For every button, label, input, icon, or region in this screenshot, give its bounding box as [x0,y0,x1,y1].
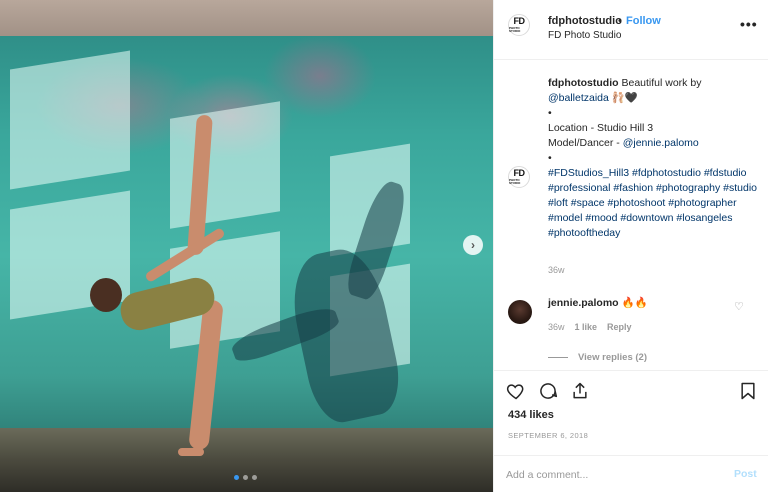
chevron-right-icon: › [471,238,475,252]
comment-timestamp[interactable]: 36w [548,322,565,332]
comment-input[interactable] [506,466,706,484]
post-date[interactable]: SEPTEMBER 6, 2018 [508,431,588,440]
caption-username[interactable]: fdphotostudio [548,77,619,89]
caption-hashtags[interactable]: #FDStudios_Hill3 #fdphotostudio #fdstudi… [548,166,758,241]
header-separator: • [618,15,622,27]
comment-username[interactable]: jennie.palomo [548,297,619,309]
carousel-dot[interactable] [252,475,257,480]
comment-meta: 36w 1 like Reply [548,322,632,332]
post-actions: 434 likes SEPTEMBER 6, 2018 Post [494,370,768,492]
header-username[interactable]: fdphotostudio [548,15,622,27]
caption-bullet: • [548,152,552,164]
post-photo[interactable]: › [0,0,493,492]
view-replies-button[interactable]: View replies (2) [548,352,647,363]
likes-count[interactable]: 434 likes [508,409,554,421]
caption-emoji: 🩰🖤 [611,92,638,104]
comment-text: 🔥🔥 [621,297,648,309]
caption-timestamp[interactable]: 36w [548,265,565,275]
more-options-icon[interactable]: ••• [740,16,758,32]
view-replies-label: View replies (2) [578,352,647,363]
photo-wall-top [0,0,493,40]
bookmark-icon[interactable] [738,381,758,401]
caption-line-2: @balletzaida 🩰🖤 [548,91,758,106]
carousel-dot[interactable] [243,475,248,480]
add-comment-bar: Post [494,455,768,492]
caption-avatar[interactable]: FD PHOTO STUDIO [508,166,530,188]
logo-subtext: PHOTO STUDIO [509,26,521,33]
dancer-foot [178,448,204,456]
carousel-dots [234,475,257,480]
follow-button[interactable]: Follow [626,15,661,27]
comment-icon[interactable] [538,381,558,401]
instagram-post: › FD PHOTO STUDIO fdphotostudio • Follow… [0,0,768,492]
photo-floor [0,428,493,492]
heart-icon[interactable] [506,381,526,401]
logo-text: FD [513,16,526,26]
comment-content: jennie.palomo 🔥🔥 [548,296,648,309]
caption-line-1: fdphotostudio Beautiful work by [548,76,758,91]
header-location[interactable]: FD Photo Studio [548,30,621,41]
caption-text: Beautiful work by [621,77,702,89]
share-icon[interactable] [570,381,590,401]
dancer-head [90,278,122,312]
reply-button[interactable]: Reply [607,322,632,332]
caption-location: Location - Studio Hill 3 [548,122,654,134]
next-photo-button[interactable]: › [463,235,483,255]
caption-model-label: Model/Dancer - [548,137,623,149]
logo-text: FD [513,168,526,178]
post-header: FD PHOTO STUDIO fdphotostudio • Follow F… [494,0,768,60]
caption-bullet: • [548,107,552,119]
caption-mention[interactable]: @jennie.palomo [623,137,699,149]
caption-mention[interactable]: @balletzaida [548,92,609,104]
window-light [170,101,280,229]
profile-avatar[interactable]: FD PHOTO STUDIO [508,14,530,36]
like-comment-heart-icon[interactable]: ♡ [734,300,744,313]
logo-subtext: PHOTO STUDIO [509,178,521,185]
replies-divider [548,357,568,358]
commenter-avatar[interactable] [508,300,532,324]
post-comment-button[interactable]: Post [734,468,757,480]
caption-model: Model/Dancer - @jennie.palomo [548,136,758,151]
post-side-panel: FD PHOTO STUDIO fdphotostudio • Follow F… [493,0,768,492]
window-light [10,50,130,190]
post-caption: fdphotostudio Beautiful work by @balletz… [548,76,758,241]
carousel-dot[interactable] [234,475,239,480]
comment-likes[interactable]: 1 like [575,322,598,332]
